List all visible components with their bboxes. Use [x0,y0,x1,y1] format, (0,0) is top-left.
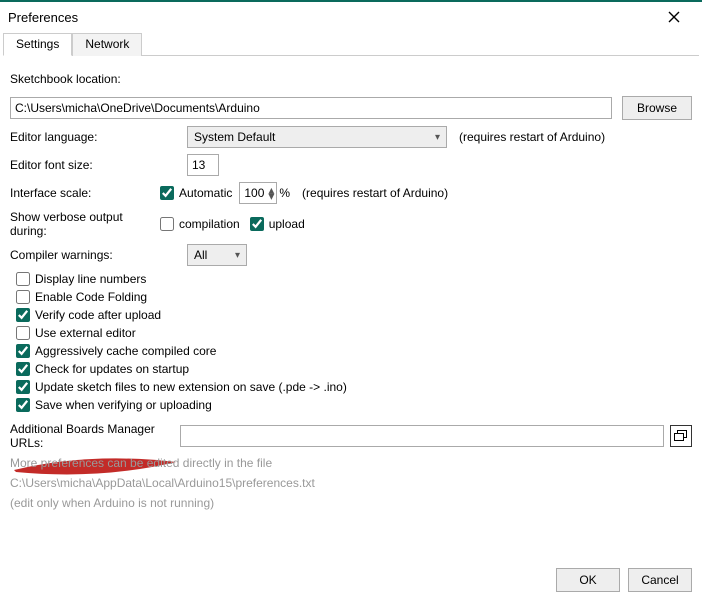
ok-button[interactable]: OK [556,568,620,592]
footnote: More preferences can be edited directly … [10,456,692,510]
chevron-down-icon: ▾ [235,250,240,261]
label-verbose: Show verbose output during: [10,210,160,238]
label-verify-upload: Verify code after upload [35,308,161,322]
footnote-line3: (edit only when Arduino is not running) [10,496,692,510]
label-compilation: compilation [179,217,240,231]
sketch-location-input[interactable] [10,97,612,119]
label-compiler-warnings: Compiler warnings: [10,248,187,262]
font-size-input[interactable] [187,154,219,176]
tabs: Settings Network [3,32,699,56]
label-check-updates: Check for updates on startup [35,362,189,376]
boards-url-input[interactable] [180,425,664,447]
compiler-warnings-dropdown[interactable]: All ▾ [187,244,247,266]
close-button[interactable] [654,3,694,31]
label-display-line-numbers: Display line numbers [35,272,146,286]
save-verify-checkbox[interactable] [16,398,30,412]
cancel-button[interactable]: Cancel [628,568,692,592]
browse-button[interactable]: Browse [622,96,692,120]
label-save-verify: Save when verifying or uploading [35,398,212,412]
verify-upload-checkbox[interactable] [16,308,30,322]
close-icon [668,11,680,23]
window-stack-icon [674,430,688,442]
label-cache-compiled: Aggressively cache compiled core [35,344,216,358]
titlebar: Preferences [0,2,702,32]
boards-url-expand-button[interactable] [670,425,692,447]
label-external-editor: Use external editor [35,326,136,340]
update-extension-checkbox[interactable] [16,380,30,394]
check-updates-checkbox[interactable] [16,362,30,376]
scale-hint: (requires restart of Arduino) [302,186,448,200]
upload-checkbox[interactable] [250,217,264,231]
editor-language-dropdown[interactable]: System Default ▾ [187,126,447,148]
display-line-numbers-checkbox[interactable] [16,272,30,286]
chevron-down-icon: ▾ [435,132,440,143]
tab-settings[interactable]: Settings [3,33,72,56]
settings-panel: Sketchbook location: Browse Editor langu… [0,56,702,560]
label-update-extension: Update sketch files to new extension on … [35,380,347,394]
editor-language-value: System Default [194,130,275,144]
external-editor-checkbox[interactable] [16,326,30,340]
label-editor-language: Editor language: [10,130,187,144]
footnote-line1: More preferences can be edited directly … [10,456,692,470]
label-code-folding: Enable Code Folding [35,290,147,304]
label-upload: upload [269,217,305,231]
label-sketch-location: Sketchbook location: [10,72,160,86]
compilation-checkbox[interactable] [160,217,174,231]
spinner-arrows-icon: ▴▾ [268,187,274,199]
code-folding-checkbox[interactable] [16,290,30,304]
interface-scale-spinner[interactable]: 100 ▴▾ [239,182,277,204]
label-automatic: Automatic [179,186,232,200]
tab-network[interactable]: Network [72,33,142,56]
footnote-line2: C:\Users\micha\AppData\Local\Arduino15\p… [10,476,692,490]
window-title: Preferences [8,10,78,25]
label-interface-scale: Interface scale: [10,186,160,200]
label-font-size: Editor font size: [10,158,187,172]
label-percent: % [279,186,290,200]
dialog-buttons: OK Cancel [0,560,702,600]
label-boards-url: Additional Boards Manager URLs: [10,422,180,450]
compiler-warnings-value: All [194,248,207,262]
automatic-checkbox[interactable] [160,186,174,200]
language-hint: (requires restart of Arduino) [459,130,605,144]
cache-compiled-checkbox[interactable] [16,344,30,358]
interface-scale-value: 100 [244,186,264,200]
